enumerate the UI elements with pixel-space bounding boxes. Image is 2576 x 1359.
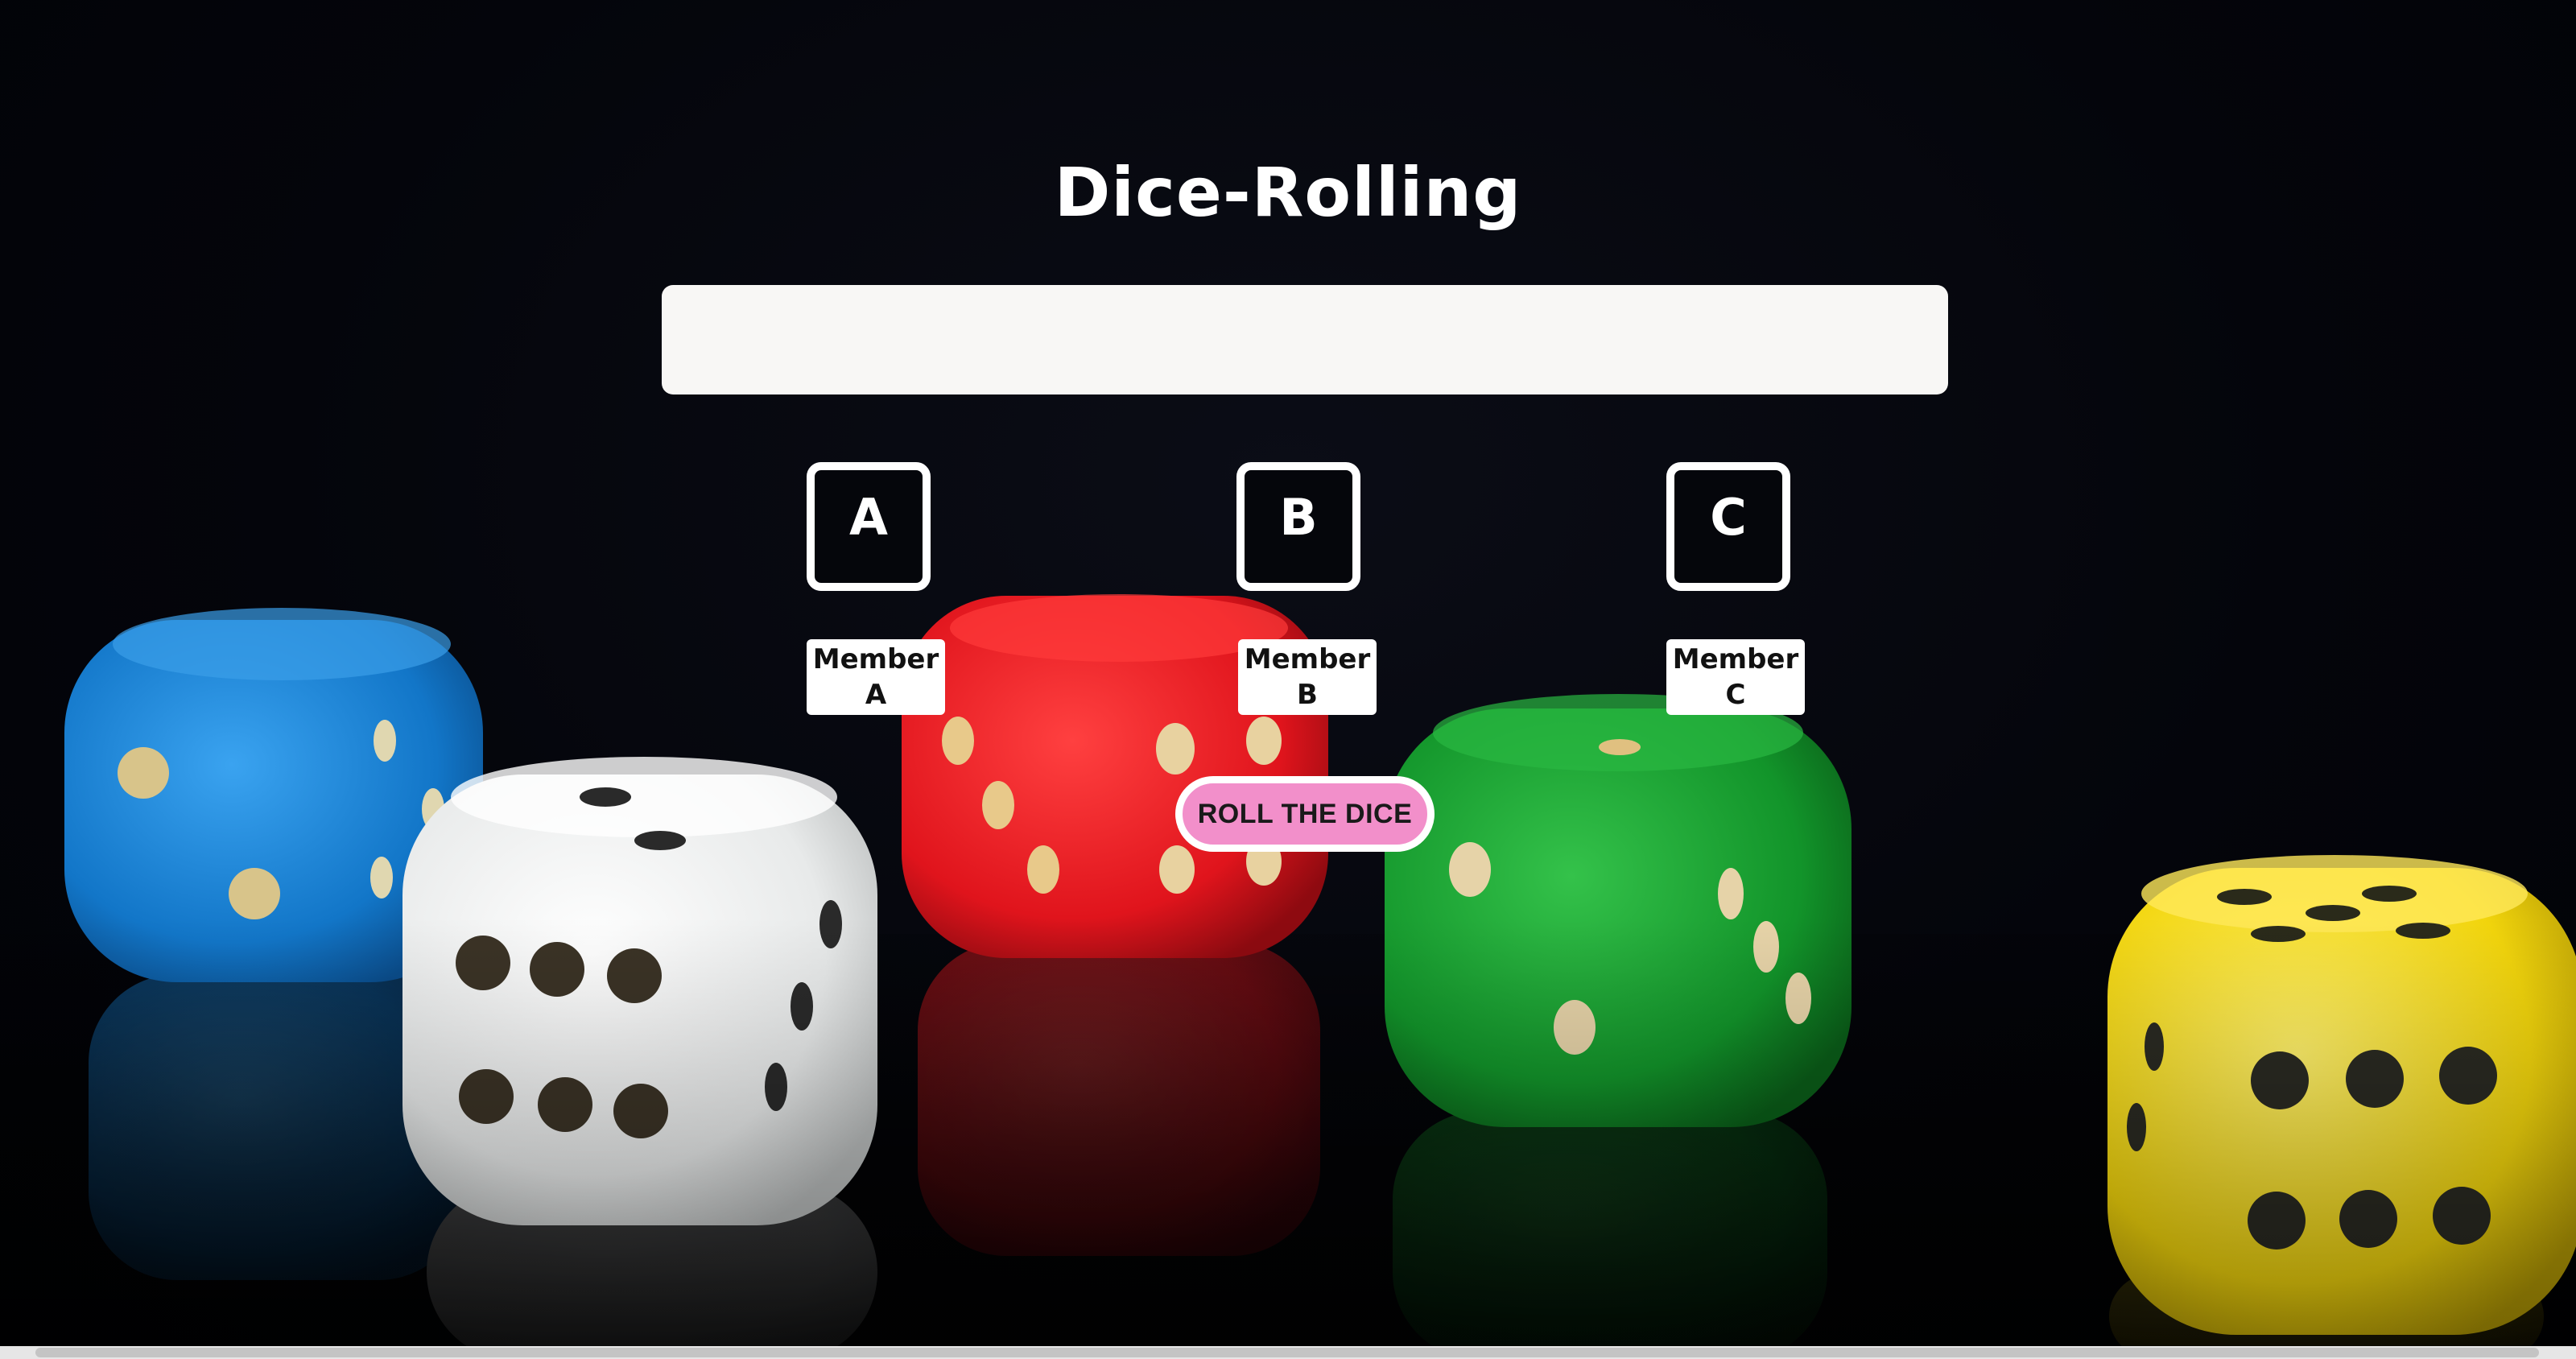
die-b-letter: B — [1279, 488, 1318, 547]
die-a: A — [807, 462, 931, 591]
horizontal-scrollbar[interactable] — [0, 1346, 2576, 1359]
member-c-label: Member C — [1666, 639, 1805, 715]
die-b: B — [1236, 462, 1360, 591]
app-window: Dice-Rolling A B C Member A Member B Membe… — [0, 0, 2576, 1359]
table-floor — [0, 918, 2576, 1359]
die-c: C — [1666, 462, 1790, 591]
roll-the-dice-button[interactable]: ROLL THE DICE — [1175, 776, 1435, 852]
member-b-label: Member B — [1238, 639, 1377, 715]
member-a-label: Member A — [807, 639, 945, 715]
die-a-letter: A — [849, 488, 888, 547]
die-c-letter: C — [1710, 488, 1747, 547]
page-title: Dice-Rolling — [1054, 153, 1522, 232]
result-display-field[interactable] — [662, 285, 1948, 394]
scrollbar-thumb[interactable] — [35, 1348, 2539, 1357]
